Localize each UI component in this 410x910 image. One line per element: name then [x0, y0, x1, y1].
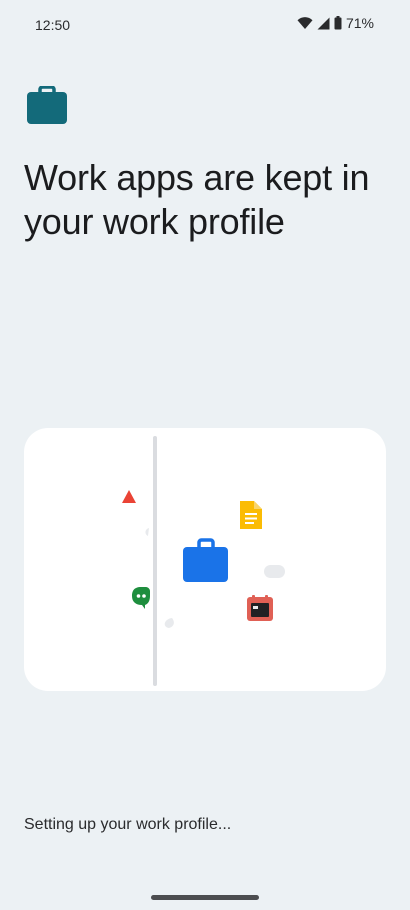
battery-icon [334, 16, 342, 30]
calendar-icon [247, 595, 273, 621]
progress-status-text: Setting up your work profile... [24, 816, 232, 833]
home-indicator[interactable] [151, 895, 259, 900]
status-bar: 12:50 71% [0, 0, 410, 50]
divider-line [153, 436, 157, 686]
work-briefcase-icon [183, 538, 228, 582]
decorative-dot-icon [145, 528, 174, 628]
cellular-signal-icon [317, 17, 330, 30]
chat-icon [132, 587, 150, 609]
decorative-pill-icon [264, 565, 285, 578]
page-title: Work apps are kept in your work profile [24, 157, 370, 242]
briefcase-icon [26, 85, 68, 124]
triangle-shape-icon [122, 490, 136, 503]
status-icons: 71% [297, 15, 374, 31]
battery-percent: 71% [345, 15, 374, 31]
work-profile-illustration [24, 428, 386, 691]
wifi-icon [297, 16, 313, 30]
docs-icon [240, 501, 262, 529]
status-time: 12:50 [35, 17, 71, 33]
